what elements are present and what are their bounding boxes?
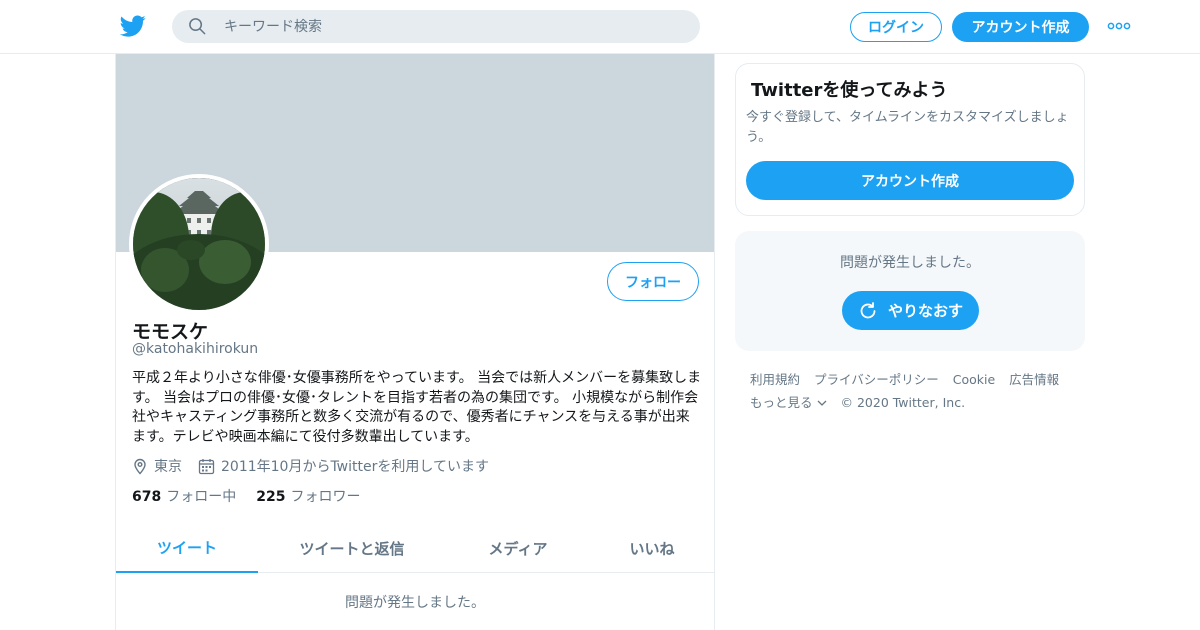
tab-tweets-and-replies[interactable]: ツイートと返信	[258, 524, 446, 573]
calendar-icon	[198, 458, 215, 474]
tab-likes[interactable]: いいね	[590, 524, 714, 573]
footer-more-link[interactable]: もっと見る	[750, 395, 827, 410]
following-stat[interactable]: 678 フォロー中	[132, 486, 236, 506]
more-dots-icon[interactable]	[1107, 21, 1131, 31]
error-card-message: 問題が発生しました。	[840, 255, 980, 271]
signup-card-title: Twitterを使ってみよう	[751, 80, 948, 101]
chevron-down-icon	[817, 400, 826, 406]
following-label: フォロー中	[166, 489, 237, 505]
refresh-icon	[860, 301, 876, 318]
signup-card-description: 今すぐ登録して、タイムラインをカスタマイズしましょう。	[746, 110, 1069, 145]
footer-link-ads-info[interactable]: 広告情報	[1009, 372, 1059, 387]
search-bar[interactable]	[172, 10, 700, 43]
location-text: 東京	[154, 459, 182, 475]
profile-column: フォロー モモスケ @katohakihirokun 平成２年より小さな俳優･女…	[115, 54, 715, 630]
footer-link-terms[interactable]: 利用規約	[750, 372, 800, 387]
footer-copyright: © 2020 Twitter, Inc.	[840, 395, 966, 410]
profile-handle: @katohakihirokun	[132, 341, 259, 357]
retry-button[interactable]: やりなおす	[842, 291, 979, 330]
tab-tweets[interactable]: ツイート	[116, 524, 258, 573]
profile-display-name: モモスケ	[132, 321, 209, 343]
search-icon	[189, 18, 206, 35]
followers-stat[interactable]: 225 フォロワー	[256, 486, 360, 506]
following-count: 678	[132, 489, 162, 505]
login-button[interactable]: ログイン	[850, 12, 942, 42]
tab-media[interactable]: メディア	[446, 524, 590, 573]
followers-count: 225	[256, 489, 286, 505]
twitter-bird-icon[interactable]	[120, 13, 146, 39]
signup-card: Twitterを使ってみよう 今すぐ登録して、タイムラインをカスタマイズしましょ…	[735, 63, 1085, 216]
error-card: 問題が発生しました。 やりなおす	[735, 231, 1085, 351]
profile-join-date: 2011年10月からTwitterを利用しています	[198, 456, 489, 476]
search-input[interactable]	[222, 10, 682, 43]
location-pin-icon	[134, 458, 146, 475]
avatar-photo	[133, 178, 265, 310]
footer-link-privacy[interactable]: プライバシーポリシー	[814, 372, 939, 387]
profile-tabs: ツイート ツイートと返信 メディア いいね	[116, 524, 714, 573]
join-date-text: 2011年10月からTwitterを利用しています	[221, 459, 489, 475]
footer: 利用規約 プライバシーポリシー Cookie 広告情報 もっと見る © 2020…	[750, 368, 1080, 414]
top-navigation-bar: ログイン アカウント作成	[0, 0, 1200, 54]
profile-meta: 東京 2011年10月からTwitterを利用しています	[132, 456, 505, 476]
footer-more-label: もっと見る	[750, 395, 813, 410]
footer-link-cookie[interactable]: Cookie	[953, 372, 995, 387]
retry-label: やりなおす	[887, 302, 963, 320]
footer-links-row: 利用規約 プライバシーポリシー Cookie 広告情報	[750, 368, 1080, 391]
profile-stats: 678 フォロー中 225 フォロワー	[132, 486, 380, 506]
signup-card-button[interactable]: アカウント作成	[746, 161, 1074, 200]
avatar[interactable]	[129, 174, 269, 314]
profile-bio: 平成２年より小さな俳優･女優事務所をやっています。 当会では新人メンバーを募集致…	[132, 370, 702, 445]
follow-button[interactable]: フォロー	[607, 262, 699, 301]
footer-second-row: もっと見る © 2020 Twitter, Inc.	[750, 391, 1080, 414]
signup-button[interactable]: アカウント作成	[952, 12, 1089, 42]
timeline-error-message: 問題が発生しました。	[345, 595, 485, 611]
profile-location: 東京	[132, 456, 182, 476]
followers-label: フォロワー	[290, 489, 361, 505]
